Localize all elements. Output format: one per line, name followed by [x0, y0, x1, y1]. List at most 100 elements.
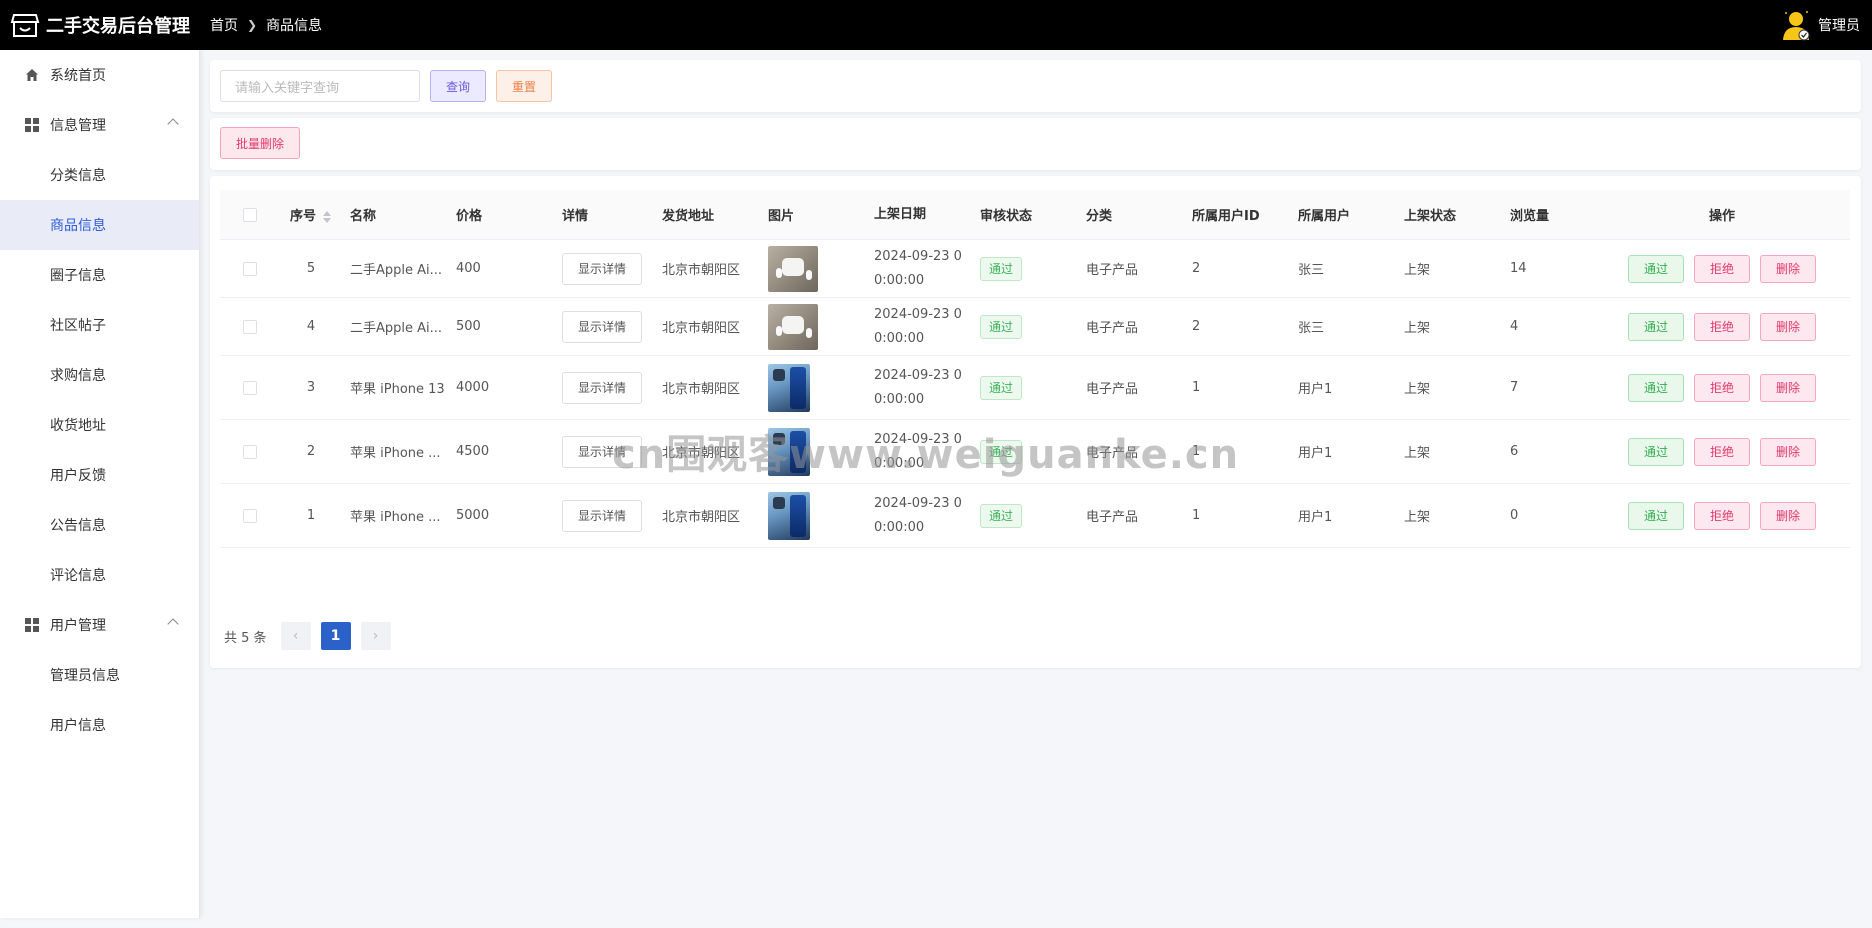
cell-user-id: 2 — [1192, 261, 1201, 276]
row-checkbox[interactable] — [243, 444, 257, 459]
show-detail-button[interactable]: 显示详情 — [562, 252, 642, 285]
column-header-date: 上架日期 — [874, 206, 927, 222]
sidebar-item-label: 分类信息 — [50, 168, 106, 184]
cell-address: 北京市朝阳区 — [662, 382, 741, 397]
user-menu[interactable]: 管理员 — [1780, 0, 1860, 50]
cell-category: 电子产品 — [1086, 510, 1139, 525]
product-image[interactable] — [768, 303, 818, 350]
row-checkbox[interactable] — [243, 261, 257, 276]
delete-button[interactable]: 删除 — [1760, 254, 1816, 283]
page-number-current[interactable]: 1 — [320, 622, 351, 650]
approve-button[interactable]: 通过 — [1628, 254, 1684, 283]
sidebar-item-products[interactable]: 商品信息 — [0, 200, 199, 250]
reject-button[interactable]: 拒绝 — [1694, 373, 1750, 402]
sidebar-item-addresses[interactable]: 收货地址 — [0, 400, 199, 450]
search-input[interactable]: 请输入关键字查询 — [220, 70, 420, 102]
breadcrumb-current: 商品信息 — [266, 18, 323, 34]
row-checkbox[interactable] — [243, 319, 257, 334]
search-bar: 请输入关键字查询 查询 重置 — [210, 60, 1861, 112]
batch-delete-button[interactable]: 批量删除 — [220, 127, 300, 159]
reject-button[interactable]: 拒绝 — [1694, 501, 1750, 530]
audit-status-badge: 通过 — [980, 503, 1022, 528]
chevron-left-icon[interactable]: ‹ — [280, 622, 311, 650]
sidebar-item-label: 公告信息 — [50, 518, 106, 534]
user-name: 管理员 — [1818, 18, 1860, 34]
product-image[interactable] — [768, 491, 810, 540]
delete-button[interactable]: 删除 — [1760, 437, 1816, 466]
row-checkbox[interactable] — [243, 380, 257, 395]
cell-no: 4 — [306, 319, 316, 334]
cell-user-id: 2 — [1192, 319, 1201, 334]
chevron-up-icon — [167, 118, 179, 130]
action-bar: 批量删除 — [210, 118, 1861, 170]
sidebar-item-label: 圈子信息 — [50, 268, 106, 284]
delete-button[interactable]: 删除 — [1760, 312, 1816, 341]
reject-button[interactable]: 拒绝 — [1694, 312, 1750, 341]
show-detail-button[interactable]: 显示详情 — [562, 371, 642, 404]
select-all-checkbox[interactable] — [243, 207, 257, 222]
sort-icon[interactable] — [322, 210, 332, 224]
product-image[interactable] — [768, 245, 818, 292]
breadcrumb-home[interactable]: 首页 — [210, 15, 238, 35]
logo[interactable]: 二手交易后台管理 — [0, 11, 200, 39]
delete-button[interactable]: 删除 — [1760, 373, 1816, 402]
cell-price: 5000 — [456, 508, 490, 523]
cell-views: 7 — [1510, 380, 1519, 395]
sidebar-item-label: 管理员信息 — [50, 668, 120, 684]
home-icon — [24, 67, 40, 83]
cell-date: 2024-09-23 0 0:00:00 — [874, 367, 962, 407]
product-image[interactable] — [768, 363, 810, 412]
sidebar-item-circles[interactable]: 圈子信息 — [0, 250, 199, 300]
pagination-total: 共 5 条 — [224, 630, 267, 646]
query-button[interactable]: 查询 — [430, 70, 486, 102]
cell-state: 上架 — [1404, 382, 1431, 397]
sidebar-item-label: 用户管理 — [50, 618, 106, 634]
top-header: 二手交易后台管理 首页 ❯ 商品信息 管理员 — [0, 0, 1872, 50]
table-row: 3 苹果 iPhone 13 4000 显示详情 北京市朝阳区 2024-09-23 00… — [220, 356, 1850, 420]
user-avatar-icon — [1780, 8, 1812, 42]
approve-button[interactable]: 通过 — [1628, 312, 1684, 341]
sidebar-item-home[interactable]: 系统首页 — [0, 50, 199, 100]
column-header-address: 发货地址 — [662, 209, 715, 224]
row-checkbox[interactable] — [243, 508, 257, 523]
audit-status-badge: 通过 — [980, 314, 1022, 339]
sidebar-item-notices[interactable]: 公告信息 — [0, 500, 199, 550]
sidebar-item-wanted[interactable]: 求购信息 — [0, 350, 199, 400]
reject-button[interactable]: 拒绝 — [1694, 254, 1750, 283]
cell-user: 用户1 — [1298, 446, 1333, 461]
chevron-right-icon[interactable]: › — [360, 622, 391, 650]
cell-address: 北京市朝阳区 — [662, 263, 741, 278]
cell-name: 二手Apple Ai... — [350, 321, 443, 336]
approve-button[interactable]: 通过 — [1628, 501, 1684, 530]
reset-button[interactable]: 重置 — [496, 70, 552, 102]
show-detail-button[interactable]: 显示详情 — [562, 499, 642, 532]
sidebar-item-community-posts[interactable]: 社区帖子 — [0, 300, 199, 350]
sidebar-item-comments[interactable]: 评论信息 — [0, 550, 199, 600]
sidebar-item-feedback[interactable]: 用户反馈 — [0, 450, 199, 500]
column-header-image: 图片 — [768, 209, 795, 224]
sidebar-group-user-management[interactable]: 用户管理 — [0, 600, 199, 650]
cell-date: 2024-09-23 0 0:00:00 — [874, 248, 962, 288]
column-header-price: 价格 — [456, 209, 483, 224]
show-detail-button[interactable]: 显示详情 — [562, 310, 642, 343]
column-header-user: 所属用户 — [1298, 209, 1351, 224]
cell-address: 北京市朝阳区 — [662, 510, 741, 525]
approve-button[interactable]: 通过 — [1628, 437, 1684, 466]
column-header-audit: 审核状态 — [980, 209, 1033, 224]
sidebar-item-label: 商品信息 — [50, 218, 106, 234]
column-header-no[interactable]: 序号 — [280, 205, 342, 224]
sidebar-item-label: 用户信息 — [50, 718, 106, 734]
sidebar: 系统首页 信息管理 分类信息 商品信息 圈子信息 社区帖子 求购信息 收货地址 … — [0, 50, 200, 918]
cell-no: 2 — [306, 444, 316, 459]
cell-date: 2024-09-23 0 0:00:00 — [874, 306, 962, 346]
table-row: 5 二手Apple Ai... 400 显示详情 北京市朝阳区 2024-09-23 00… — [220, 240, 1850, 298]
cell-user: 张三 — [1298, 321, 1325, 336]
sidebar-group-info-management[interactable]: 信息管理 — [0, 100, 199, 150]
approve-button[interactable]: 通过 — [1628, 373, 1684, 402]
sidebar-item-admins[interactable]: 管理员信息 — [0, 650, 199, 700]
reject-button[interactable]: 拒绝 — [1694, 437, 1750, 466]
table-row: 4 二手Apple Ai... 500 显示详情 北京市朝阳区 2024-09-23 00… — [220, 298, 1850, 356]
delete-button[interactable]: 删除 — [1760, 501, 1816, 530]
sidebar-item-users[interactable]: 用户信息 — [0, 700, 199, 750]
sidebar-item-categories[interactable]: 分类信息 — [0, 150, 199, 200]
